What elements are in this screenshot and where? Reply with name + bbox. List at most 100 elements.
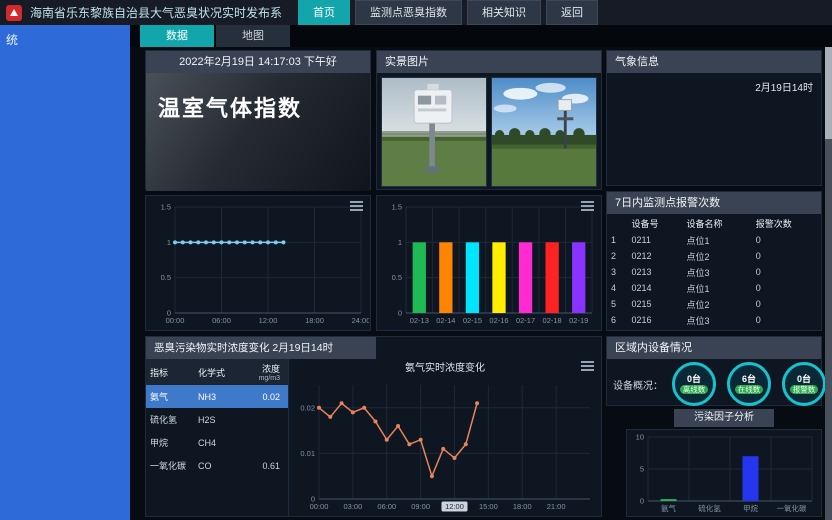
svg-text:24:00: 24:00 [352,316,369,325]
site-photo-2-image [492,78,596,186]
device-stats: 0台离线数6台在线数0台报警数 [672,362,826,406]
table-row: 60216点位30 [607,312,821,328]
odor-panel-title: 恶臭污染物实时浓度变化 2月19日14时 [146,337,376,359]
svg-text:0.5: 0.5 [392,273,402,282]
weather-timestamp: 2月19日14时 [755,79,813,94]
svg-text:06:00: 06:00 [212,316,231,325]
weather-panel: 气象信息 2月19日14时 [606,50,822,186]
alarm-table-head: 设备号设备名称报警次数 [607,214,821,232]
nh3-chart-title: 氨气实时浓度变化 [289,361,601,377]
svg-text:1.5: 1.5 [392,203,402,212]
site-photo-1[interactable] [381,77,487,187]
table-row: 20212点位20 [607,248,821,264]
alarm-table-body: 10211点位1020212点位2030213点位3040214点位105021… [607,232,821,328]
odor-row[interactable]: 硫化氢H2S [146,408,288,431]
svg-text:06:00: 06:00 [377,502,396,511]
odor-col-indicator: 指标 [150,366,198,379]
svg-text:1: 1 [398,238,402,247]
tab-地图[interactable]: 地图 [216,25,290,47]
device-stat-circle: 0台报警数 [782,362,826,406]
svg-text:09:00: 09:00 [411,502,430,511]
device-overview-label: 设备概况： [613,377,663,392]
sidebar: 统 [0,25,130,520]
chart-menu-icon[interactable] [581,361,594,373]
svg-text:02-15: 02-15 [463,316,482,325]
daily-index-chart[interactable]: 00.511.502-1302-1402-1502-1602-1702-1802… [378,197,600,329]
odor-row[interactable]: 氨气NH30.02 [146,385,288,408]
pollution-factor-panel: 污染因子分析 0 5 10 氨气 硫化氢 甲烷 一氧化碳 [626,409,822,517]
svg-text:02-13: 02-13 [410,316,429,325]
nh3-concentration-chart[interactable]: 00.010.0200:0003:0006:0009:0012:0015:001… [289,377,600,515]
alarm-table: 设备号设备名称报警次数 10211点位1020212点位2030213点位304… [607,214,821,328]
svg-text:0.5: 0.5 [161,273,171,282]
alarm-panel: 7日内监测点报警次数 设备号设备名称报警次数 10211点位1020212点位2… [606,191,822,331]
svg-text:1: 1 [167,238,171,247]
svg-text:0: 0 [640,497,644,506]
nav-item[interactable]: 首页 [298,0,350,25]
svg-text:硫化氢: 硫化氢 [698,503,721,513]
alarm-panel-title: 7日内监测点报警次数 [607,192,821,214]
svg-text:02-19: 02-19 [569,316,588,325]
svg-text:氨气: 氨气 [661,503,676,513]
index-line-chart-panel: 00.511.500:0006:0012:0018:0024:00 [145,195,371,331]
svg-text:02-16: 02-16 [489,316,508,325]
site-photo-2[interactable] [491,77,597,187]
alarm-col-header: 设备名称 [683,214,752,232]
stat-value: 0台 [797,374,811,384]
app-title: 海南省乐东黎族自治县大气恶臭状况实时发布系 [30,4,282,21]
alarm-col-header [607,214,627,232]
stat-value: 0台 [687,374,701,384]
devices-panel-title: 区域内设备情况 [607,337,821,359]
title-wrap-text: 统 [0,25,130,54]
odor-table: 指标 化学式 浓度 mg/m3 氨气NH30.02硫化氢H2S甲烷CH4一氧化碳… [146,359,289,516]
alarm-col-header: 报警次数 [752,214,821,232]
svg-text:甲烷: 甲烷 [743,503,758,513]
weather-body: 2月19日14时 [607,73,821,185]
svg-text:0.02: 0.02 [300,403,315,412]
svg-text:1.5: 1.5 [161,203,171,212]
pollution-factor-title: 污染因子分析 [674,409,774,427]
svg-text:18:00: 18:00 [305,316,324,325]
device-stat-circle: 0台离线数 [672,362,716,406]
pollution-factor-chart[interactable]: 0 5 10 氨气 硫化氢 甲烷 一氧化碳 [628,431,818,515]
app-logo-icon [6,5,22,21]
svg-text:一氧化碳: 一氧化碳 [777,503,807,513]
page-title: 温室气体指数 [158,91,358,123]
clock-panel-body: 温室气体指数 [146,73,370,191]
odor-table-header: 指标 化学式 浓度 mg/m3 [146,359,288,385]
odor-col-concentration: 浓度 mg/m3 [244,362,280,382]
chart-menu-icon[interactable] [581,201,594,213]
svg-text:18:00: 18:00 [513,502,532,511]
photos-body [377,73,601,191]
tab-数据[interactable]: 数据 [140,25,214,47]
nav-item[interactable]: 相关知识 [467,0,541,25]
photos-panel: 实景图片 [376,50,602,190]
svg-text:5: 5 [640,465,644,474]
odor-row[interactable]: 一氧化碳CO0.61 [146,454,288,477]
weather-panel-title: 气象信息 [607,51,821,73]
tab-strip: 数据地图 [130,25,832,47]
main-nav: 首页监测点恶臭指数相关知识返回 [298,0,598,25]
devices-body: 设备概况： 0台离线数6台在线数0台报警数 [607,359,821,409]
greenhouse-index-chart[interactable]: 00.511.500:0006:0012:0018:0024:00 [147,197,369,329]
table-row: 10211点位10 [607,232,821,248]
devices-panel: 区域内设备情况 设备概况： 0台离线数6台在线数0台报警数 [606,336,822,406]
nav-item[interactable]: 返回 [546,0,598,25]
odor-row[interactable]: 甲烷CH4 [146,431,288,454]
table-row: 40214点位10 [607,280,821,296]
stat-value: 6台 [742,374,756,384]
stat-label: 在线数 [735,385,764,394]
svg-text:15:00: 15:00 [479,502,498,511]
table-row: 50215点位20 [607,296,821,312]
vertical-scrollbar[interactable] [825,25,832,520]
device-stat-circle: 6台在线数 [727,362,771,406]
alarm-col-header: 设备号 [627,214,682,232]
table-row: 30213点位30 [607,264,821,280]
chart-menu-icon[interactable] [350,201,363,213]
svg-text:02-17: 02-17 [516,316,535,325]
odor-panel: 恶臭污染物实时浓度变化 2月19日14时 指标 化学式 浓度 mg/m3 氨气N… [145,336,602,517]
svg-text:10: 10 [636,433,644,442]
nav-item[interactable]: 监测点恶臭指数 [355,0,462,25]
top-bar: 海南省乐东黎族自治县大气恶臭状况实时发布系 首页监测点恶臭指数相关知识返回 [0,0,832,25]
svg-text:02-14: 02-14 [436,316,455,325]
